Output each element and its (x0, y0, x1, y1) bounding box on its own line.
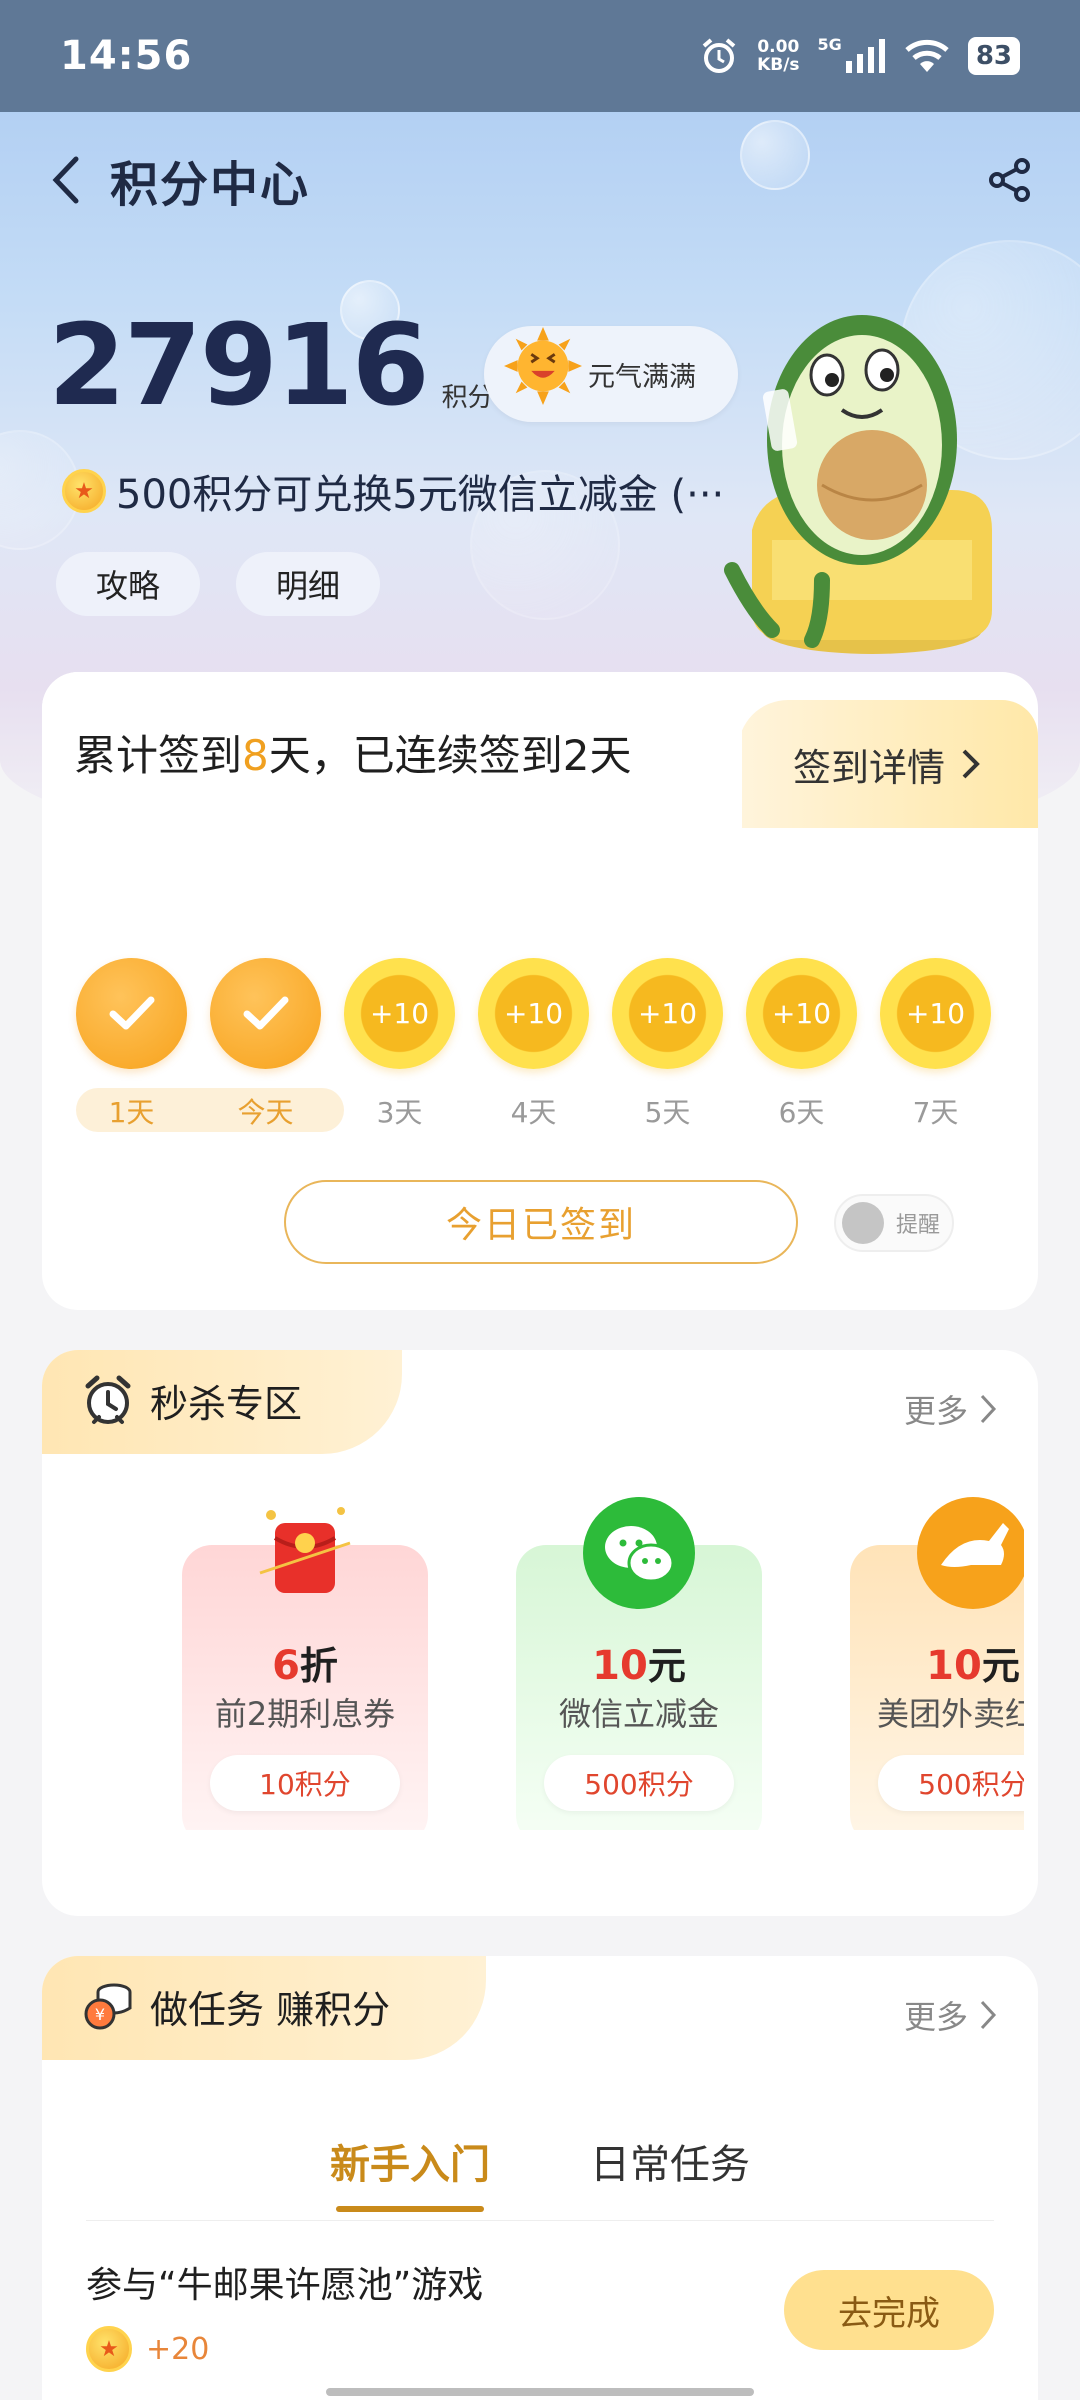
back-button[interactable] (50, 150, 90, 210)
coin-reward: +10 (612, 958, 723, 1069)
sun-face-icon (504, 327, 582, 405)
sign-in-day: 1天 (76, 958, 187, 1135)
chevron-right-icon (980, 2000, 997, 2030)
sign-in-days: 1天 今天 +10 3天 +10 4天 +10 5天 +10 6天 +10 7天 (76, 958, 991, 1135)
tab-divider (86, 2220, 994, 2221)
signed-today-button[interactable]: 今日已签到 (284, 1180, 798, 1264)
sign-summary: 累计签到8天，已连续签到2天 (74, 731, 632, 780)
red-envelope-icon (245, 1493, 365, 1613)
coin-reward: +10 (880, 958, 991, 1069)
deal-value: 10元 (592, 1643, 686, 1689)
tasks-more-link[interactable]: 更多 (904, 1992, 998, 2038)
day-label: 3天 (376, 1096, 423, 1129)
day-label: 4天 (510, 1096, 557, 1129)
coins-icon: ¥ (84, 1983, 132, 2030)
mood-badge: 元气满满 (484, 326, 738, 422)
signal-icon (845, 39, 885, 73)
deal-name: 微信立减金 (558, 1695, 719, 1733)
chevron-right-icon (962, 749, 980, 779)
wechat-icon (579, 1493, 699, 1613)
strategy-button[interactable]: 攻略 (56, 552, 201, 616)
day-label: 1天 (108, 1096, 155, 1129)
share-button[interactable] (980, 150, 1040, 210)
remind-label: 提醒 (896, 1213, 941, 1238)
wifi-icon (905, 39, 949, 72)
task-complete-button[interactable]: 去完成 (784, 2270, 994, 2350)
exchange-text: 500积分可兑换5元微信立减金 (··· (116, 472, 725, 518)
page-title: 积分中心 (110, 157, 311, 213)
task-tabs: 新手入门 日常任务 (42, 2132, 1038, 2212)
total-days: 8 (242, 731, 269, 780)
deal-card[interactable]: 6折前2期利息券 10积分 (182, 1507, 428, 1830)
points-balance: 27916 积分 (48, 310, 494, 422)
svg-text:¥: ¥ (95, 2005, 105, 2024)
coin-icon: ★ (62, 469, 106, 513)
home-indicator[interactable] (326, 2388, 754, 2396)
flash-sale-more-link[interactable]: 更多 (904, 1386, 998, 1432)
tab-beginner[interactable]: 新手入门 (330, 2132, 490, 2212)
alarm-icon (702, 38, 736, 73)
sign-in-day: +10 3天 (344, 958, 455, 1135)
alarm-clock-icon (85, 1375, 131, 1424)
chevron-left-icon (52, 156, 79, 204)
details-button[interactable]: 明细 (236, 552, 381, 616)
flash-sale-card: 秒杀专区 更多 6折 前2期利息券 10积分 10元 微信立减金 500积分 10元 美团外卖… (42, 1350, 1038, 1916)
task-item: 参与“牛邮果许愿池”游戏 ★ +20 去完成 (86, 2256, 994, 2372)
coin-reward: +10 (344, 958, 455, 1069)
status-time: 14:56 (60, 33, 193, 79)
coin-icon: ★ (86, 2326, 132, 2372)
sign-in-day: +10 6天 (746, 958, 857, 1135)
exchange-info[interactable]: ★ 500积分可兑换5元微信立减金 (··· (62, 462, 752, 520)
coin-reward: +10 (746, 958, 857, 1069)
flash-sale-title: 秒杀专区 (80, 1372, 302, 1428)
deal-card[interactable]: 10元微信立减金 500积分 (516, 1497, 762, 1830)
remind-toggle[interactable]: 提醒 (834, 1194, 954, 1252)
deal-cost-button[interactable]: 500积分 (544, 1755, 734, 1811)
deal-card[interactable]: 10元美团外卖红包 500积分 (850, 1497, 1024, 1830)
tab-daily[interactable]: 日常任务 (590, 2132, 750, 2208)
deal-value: 10元 (926, 1643, 1020, 1689)
points-value: 27916 (48, 301, 430, 431)
status-bar: 14:56 0.00 KB/s 5G 83 (0, 0, 1080, 112)
deal-cost-button[interactable]: 500积分 (878, 1755, 1024, 1811)
tasks-card: ¥ 做任务 赚积分 更多 新手入门 日常任务 参与“牛邮果许愿池”游戏 ★ +2… (42, 1956, 1038, 2400)
checkmark-icon (210, 958, 321, 1069)
avocado-mascot-illustration (724, 315, 992, 654)
day-label: 5天 (644, 1096, 691, 1129)
day-label: 6天 (778, 1096, 825, 1129)
deal-name: 前2期利息券 (214, 1695, 396, 1733)
mood-text: 元气满满 (588, 361, 696, 393)
sign-in-day: 今天 (210, 958, 321, 1135)
coin-reward: +10 (478, 958, 589, 1069)
battery-level: 83 (967, 37, 1020, 75)
day-label: 7天 (912, 1096, 959, 1129)
sign-detail-link[interactable]: 签到详情 (738, 700, 1038, 828)
network-speed: 0.00 KB/s (757, 37, 800, 75)
meituan-kangaroo-icon (913, 1493, 1024, 1613)
deal-value: 6折 (272, 1643, 338, 1689)
sign-in-day: +10 7天 (880, 958, 991, 1135)
share-icon (989, 158, 1030, 202)
toggle-knob (842, 1202, 884, 1244)
day-label: 今天 (237, 1096, 294, 1129)
deal-cost-button[interactable]: 10积分 (210, 1755, 400, 1811)
deal-name: 美团外卖红包 (876, 1695, 1024, 1733)
chevron-right-icon (980, 1394, 997, 1424)
deal-list: 6折前2期利息券 10积分 10元微信立减金 500积分 10元美团外卖红包 500积分 (138, 1490, 1024, 1830)
checkmark-icon (76, 958, 187, 1069)
sign-in-day: +10 5天 (612, 958, 723, 1135)
network-type: 5G (817, 34, 842, 54)
sign-in-day: +10 4天 (478, 958, 589, 1135)
top-nav: 积分中心 (50, 140, 1040, 220)
sign-detail-label: 签到详情 (792, 745, 945, 790)
tasks-title: ¥ 做任务 赚积分 (80, 1978, 390, 2034)
sign-in-card: 签到详情 累计签到8天，已连续签到2天 1天 今天 +10 3天 +10 4天 +10 5天 +… (42, 672, 1038, 1310)
